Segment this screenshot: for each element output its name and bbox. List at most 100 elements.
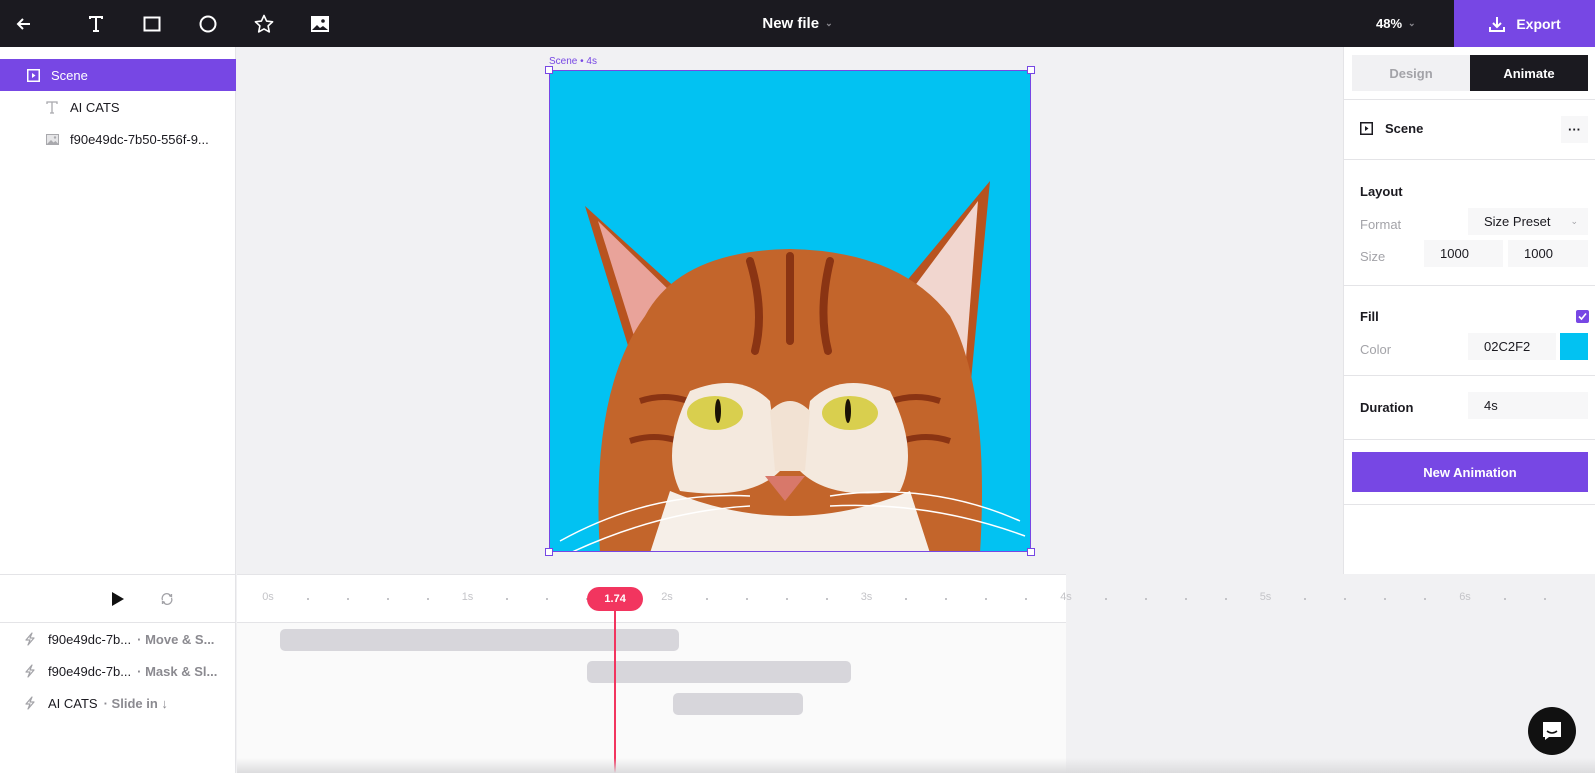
fill-section-title: Fill: [1360, 309, 1379, 324]
playhead-time-badge[interactable]: 1.74: [587, 587, 644, 611]
zoom-dropdown[interactable]: 48% ⌄: [1376, 0, 1416, 47]
track-label[interactable]: f90e49dc-7b... · Mask & Sl...: [0, 655, 236, 687]
color-hex-input[interactable]: 02C2F2: [1468, 333, 1556, 360]
duration-label: Duration: [1360, 400, 1414, 415]
rectangle-tool-button[interactable]: [136, 8, 168, 40]
playback-controls: [0, 574, 236, 623]
download-icon: [1489, 16, 1506, 32]
chevron-down-icon: ⌄: [1408, 18, 1416, 28]
loop-icon: [161, 593, 173, 605]
bottom-fade: [237, 758, 1595, 773]
color-label: Color: [1360, 342, 1392, 357]
circle-icon: [199, 15, 217, 33]
animation-bar[interactable]: [587, 661, 851, 683]
resize-handle-bottom-left[interactable]: [545, 548, 553, 556]
scene-icon: [1360, 122, 1373, 135]
ruler-minor-tick: [825, 598, 828, 600]
ruler-minor-tick: [506, 598, 509, 600]
height-input[interactable]: 1000: [1508, 240, 1588, 267]
ruler-minor-tick: [1025, 598, 1028, 600]
more-options-button[interactable]: ···: [1561, 116, 1588, 143]
track-animation: · Mask & Sl...: [137, 663, 218, 679]
star-tool-button[interactable]: [248, 8, 280, 40]
file-title: New file: [762, 15, 820, 32]
size-label: Size: [1360, 249, 1386, 264]
animation-bar[interactable]: [279, 629, 679, 651]
scene-frame[interactable]: [549, 70, 1031, 552]
track-target: f90e49dc-7b...: [48, 663, 132, 679]
loop-button[interactable]: [155, 587, 179, 611]
divider: [1344, 159, 1595, 160]
new-animation-button[interactable]: New Animation: [1352, 452, 1588, 492]
tab-design[interactable]: Design: [1352, 55, 1470, 91]
layer-item-scene[interactable]: Scene: [0, 59, 236, 91]
text-tool-button[interactable]: [80, 8, 112, 40]
resize-handle-bottom-right[interactable]: [1027, 548, 1035, 556]
ruler-tick-label: 5s: [1259, 591, 1272, 603]
more-horizontal-icon: ···: [1568, 122, 1581, 137]
ruler-minor-tick: [905, 598, 908, 600]
layer-label: Scene: [51, 67, 88, 83]
ruler-tick-label: 3s: [860, 591, 873, 603]
export-button[interactable]: Export: [1454, 0, 1595, 47]
check-icon: [1578, 312, 1587, 321]
zoom-level: 48%: [1376, 16, 1403, 31]
animation-track-list: f90e49dc-7b... · Move & S... f90e49dc-7b…: [0, 623, 236, 773]
layer-item-image[interactable]: f90e49dc-7b50-556f-9...: [0, 123, 236, 155]
ruler-minor-tick: [1104, 598, 1107, 600]
track-label[interactable]: f90e49dc-7b... · Move & S...: [0, 623, 236, 655]
chat-support-button[interactable]: [1528, 707, 1576, 755]
lightning-icon: [24, 664, 40, 678]
track-target: f90e49dc-7b...: [48, 631, 132, 647]
track-label[interactable]: AI CATS · Slide in ↓: [0, 687, 236, 719]
play-button[interactable]: [106, 587, 130, 611]
ruler-minor-tick: [1384, 598, 1387, 600]
width-input[interactable]: 1000: [1424, 240, 1503, 267]
divider: [1344, 375, 1595, 376]
color-swatch[interactable]: [1560, 333, 1588, 360]
image-icon: [44, 133, 60, 145]
track-animation: · Move & S...: [137, 631, 215, 647]
resize-handle-top-left[interactable]: [545, 66, 553, 74]
text-icon: [89, 16, 103, 32]
ruler-tick-label: 1s: [461, 591, 474, 603]
ruler-minor-tick: [945, 598, 948, 600]
fill-checkbox[interactable]: [1576, 310, 1589, 323]
chevron-down-icon: ⌄: [1570, 216, 1578, 226]
arrow-left-icon: [16, 18, 30, 30]
ruler-tick-label: 0s: [262, 591, 274, 603]
ellipse-tool-button[interactable]: [192, 8, 224, 40]
ruler-minor-tick: [306, 598, 309, 600]
ruler-minor-tick: [1144, 598, 1147, 600]
ruler-tick-label: 6s: [1459, 591, 1471, 603]
animation-bar[interactable]: [672, 693, 803, 715]
ruler-minor-tick: [985, 598, 988, 600]
ruler-tick-label: 2s: [661, 591, 673, 603]
layer-item-ai-cats[interactable]: AI CATS: [0, 91, 236, 123]
image-tool-button[interactable]: [304, 8, 336, 40]
layer-label: AI CATS: [70, 99, 120, 115]
ruler-minor-tick: [426, 598, 429, 600]
top-toolbar: New file ⌄ 48% ⌄ Export: [0, 0, 1595, 47]
star-icon: [254, 14, 274, 33]
properties-panel: Design Animate Scene ··· Layout Format S…: [1343, 47, 1595, 574]
track-animation: · Slide in ↓: [103, 695, 168, 711]
layer-label: f90e49dc-7b50-556f-9...: [70, 131, 209, 147]
panel-tabs: Design Animate: [1352, 55, 1588, 91]
layout-section-title: Layout: [1360, 184, 1403, 199]
ruler-minor-tick: [705, 598, 708, 600]
back-button[interactable]: [8, 8, 40, 40]
divider: [1344, 439, 1595, 440]
format-select[interactable]: Size Preset ⌄: [1468, 208, 1588, 235]
playhead-line[interactable]: [614, 610, 617, 773]
file-title-dropdown[interactable]: New file ⌄: [700, 0, 895, 47]
ruler-minor-tick: [346, 598, 349, 600]
track-target: AI CATS: [48, 695, 98, 711]
tab-animate[interactable]: Animate: [1470, 55, 1588, 91]
ruler-minor-tick: [785, 598, 788, 600]
resize-handle-top-right[interactable]: [1027, 66, 1035, 74]
duration-input[interactable]: 4s: [1468, 392, 1588, 419]
cat-image[interactable]: [550, 71, 1031, 552]
ruler-minor-tick: [546, 598, 549, 600]
ruler-minor-tick: [1424, 598, 1427, 600]
